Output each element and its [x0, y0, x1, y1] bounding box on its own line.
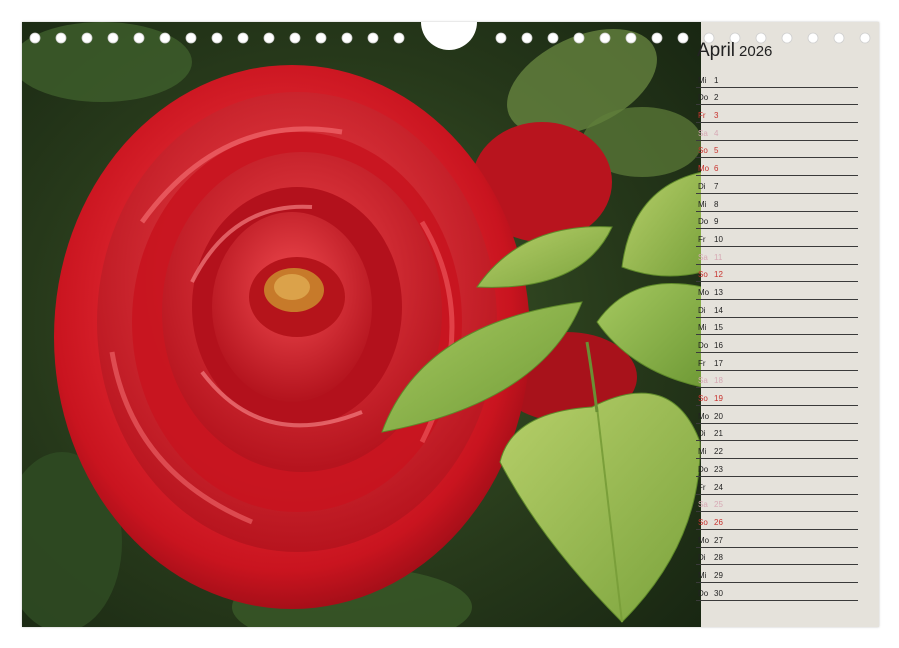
day-number: 11 — [714, 252, 723, 262]
day-row: Mi 29 — [696, 565, 858, 583]
day-number: 21 — [714, 429, 723, 439]
day-number: 28 — [714, 553, 723, 563]
day-row: Fr 10 — [696, 229, 858, 247]
day-row: Mi 22 — [696, 441, 858, 460]
weekday-label: Do — [698, 217, 709, 227]
day-row: Fr 17 — [696, 353, 858, 371]
weekday-label: So — [698, 394, 708, 404]
day-number: 6 — [714, 164, 719, 174]
weekday-label: Di — [698, 305, 706, 315]
day-row: Do 16 — [696, 335, 858, 353]
day-row: Sa 25 — [696, 495, 858, 513]
day-row: Mo 6 — [696, 158, 858, 177]
day-row: So 5 — [696, 141, 858, 159]
month-title: April 2026 — [697, 40, 772, 62]
day-number: 19 — [714, 394, 723, 404]
weekday-label: Do — [698, 93, 709, 103]
weekday-label: Mi — [698, 323, 707, 333]
day-number: 24 — [714, 482, 723, 492]
day-number: 15 — [714, 323, 723, 333]
day-row: Do 30 — [696, 583, 858, 601]
day-number: 10 — [714, 234, 723, 244]
weekday-label: Do — [698, 588, 709, 598]
day-number: 30 — [714, 588, 723, 598]
weekday-label: Mi — [698, 570, 707, 580]
weekday-label: Mi — [698, 199, 707, 209]
weekday-label: Fr — [698, 358, 706, 368]
day-number: 22 — [714, 447, 723, 457]
day-number: 5 — [714, 146, 719, 156]
day-row: Di 7 — [696, 176, 858, 194]
day-number: 14 — [714, 305, 723, 315]
day-row: Mi 8 — [696, 194, 858, 212]
day-number: 25 — [714, 500, 723, 510]
hanger-cutout — [421, 22, 477, 50]
rose-photo — [22, 22, 701, 627]
day-number: 9 — [714, 217, 719, 227]
day-number: 17 — [714, 358, 723, 368]
day-number: 1 — [714, 75, 719, 85]
day-number: 27 — [714, 535, 723, 545]
day-number: 4 — [714, 128, 719, 138]
weekday-label: So — [698, 270, 708, 280]
day-row: Sa 18 — [696, 371, 858, 389]
weekday-label: Sa — [698, 252, 708, 262]
day-number: 8 — [714, 199, 719, 209]
day-number: 12 — [714, 270, 723, 280]
day-row: Di 14 — [696, 300, 858, 318]
weekday-label: Mo — [698, 411, 710, 421]
day-row: Sa 11 — [696, 247, 858, 265]
day-number: 2 — [714, 93, 719, 103]
day-row: Mi 15 — [696, 318, 858, 336]
day-number: 18 — [714, 376, 723, 386]
weekday-label: Mi — [698, 75, 707, 85]
day-row: So 12 — [696, 265, 858, 283]
day-row: Do 2 — [696, 88, 858, 106]
weekday-label: Mo — [698, 164, 710, 174]
day-number: 16 — [714, 341, 723, 350]
day-row: Do 23 — [696, 459, 858, 477]
day-list: Mi 1 Do 2 Fr 3 Sa 4 So 5 Mo 6 Di 7 Mi 8 Do 9 Fr 10 Sa 11 So 12 M… — [696, 70, 858, 601]
day-row: Fr 3 — [696, 105, 858, 124]
day-row: So 19 — [696, 388, 858, 407]
day-number: 7 — [714, 181, 719, 191]
day-row: Di 21 — [696, 424, 858, 442]
weekday-label: Mi — [698, 447, 707, 457]
weekday-label: Di — [698, 181, 706, 191]
day-number: 23 — [714, 464, 723, 474]
weekday-label: Di — [698, 429, 706, 439]
day-row: Fr 24 — [696, 477, 858, 495]
day-number: 29 — [714, 570, 723, 580]
weekday-label: Do — [698, 341, 709, 350]
day-row: So 26 — [696, 512, 858, 530]
weekday-label: So — [698, 146, 708, 156]
weekday-label: Sa — [698, 500, 708, 510]
day-row: Mo 27 — [696, 530, 858, 548]
day-row: Mi 1 — [696, 70, 858, 88]
day-number: 13 — [714, 287, 723, 297]
weekday-label: Do — [698, 464, 709, 474]
weekday-label: Di — [698, 553, 706, 563]
weekday-label: Fr — [698, 482, 706, 492]
day-row: Mo 20 — [696, 406, 858, 424]
day-number: 26 — [714, 517, 723, 527]
day-row: Mo 13 — [696, 282, 858, 300]
month-name: April — [697, 40, 736, 61]
weekday-label: Fr — [698, 234, 706, 244]
weekday-label: Sa — [698, 376, 708, 386]
weekday-label: Sa — [698, 128, 708, 138]
weekday-label: So — [698, 517, 708, 527]
weekday-label: Mo — [698, 535, 710, 545]
day-number: 20 — [714, 411, 723, 421]
weekday-label: Fr — [698, 111, 706, 121]
weekday-label: Mo — [698, 287, 710, 297]
day-row: Di 28 — [696, 548, 858, 566]
day-row: Do 9 — [696, 212, 858, 230]
month-year: 2026 — [739, 43, 773, 60]
day-row: Sa 4 — [696, 123, 858, 141]
day-number: 3 — [714, 111, 719, 121]
